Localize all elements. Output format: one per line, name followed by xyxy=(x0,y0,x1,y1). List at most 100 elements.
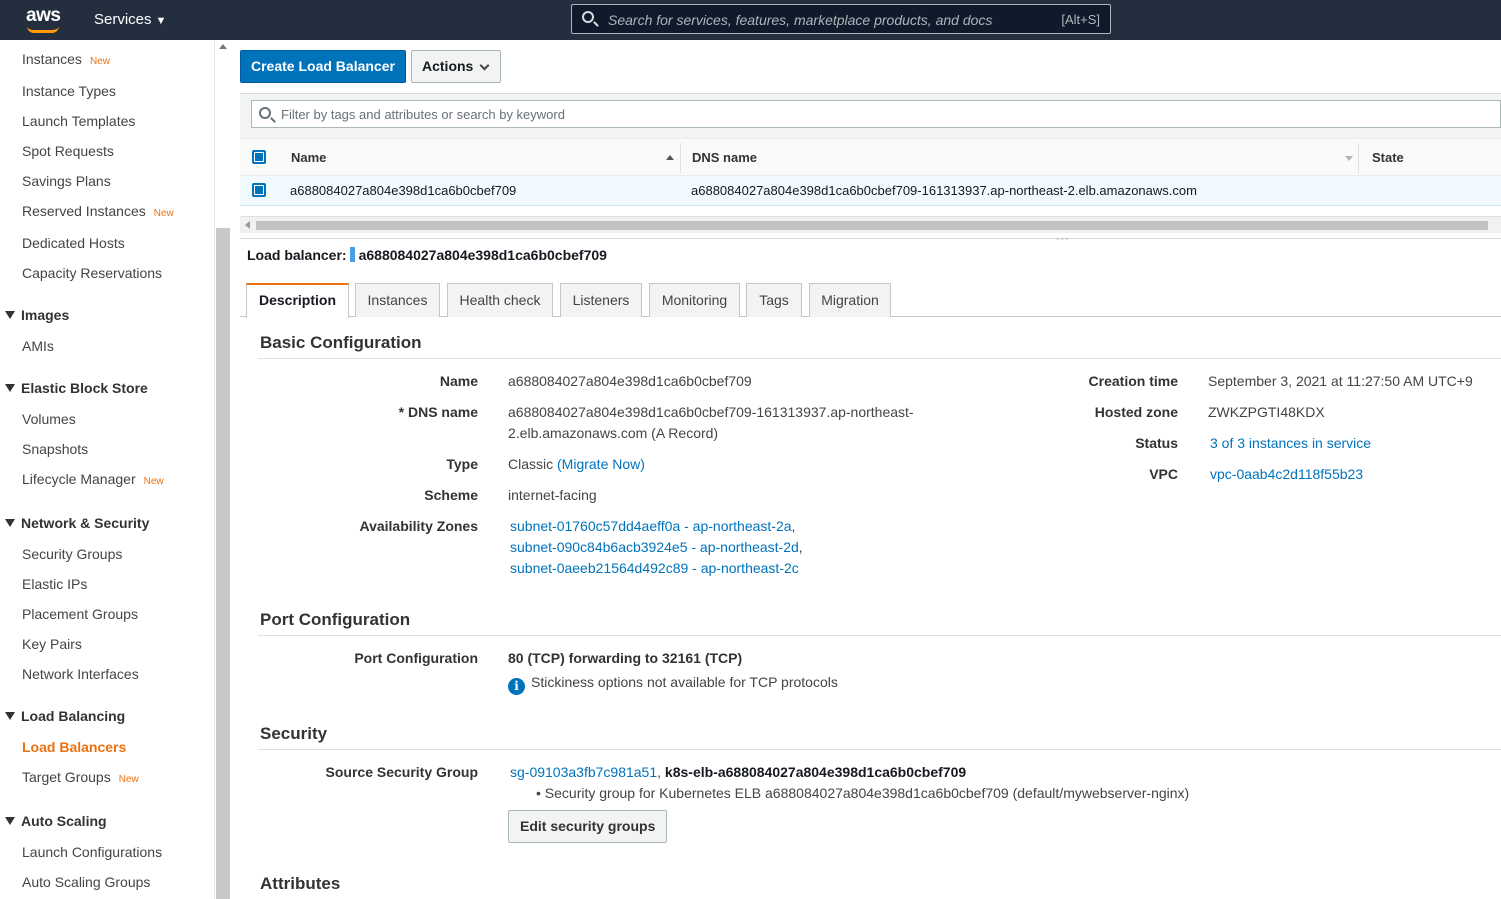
sidebar-item-label: Instances xyxy=(22,51,82,67)
subnet-link[interactable]: subnet-0aeeb21564d492c89 - ap-northeast-… xyxy=(510,560,799,576)
table-horizontal-scrollbar[interactable] xyxy=(240,216,1501,233)
sidebar-item-lifecycle-manager[interactable]: Lifecycle Manager New xyxy=(22,471,164,487)
new-badge: New xyxy=(143,476,164,487)
column-divider[interactable] xyxy=(1358,143,1359,173)
section-title-port: Port Configuration xyxy=(260,610,411,629)
sidebar-item-launch-templates[interactable]: Launch Templates xyxy=(22,113,135,129)
scroll-left-arrow-icon[interactable] xyxy=(245,221,250,229)
table-row[interactable]: a688084027a804e398d1ca6b0cbef709 a688084… xyxy=(240,176,1501,206)
sidebar-item-reserved-instances[interactable]: Reserved Instances New xyxy=(22,203,174,219)
global-search-input[interactable]: Search for services, features, marketpla… xyxy=(571,4,1111,34)
subnet-link[interactable]: subnet-090c84b6acb3924e5 - ap-northeast-… xyxy=(510,539,799,555)
search-shortcut: [Alt+S] xyxy=(1061,12,1100,27)
sidebar-section-label: Load Balancing xyxy=(21,708,126,724)
sidebar-item-instances[interactable]: Instances New xyxy=(22,51,110,67)
row-dns: a688084027a804e398d1ca6b0cbef709-1613139… xyxy=(691,183,1197,198)
filter-input[interactable]: Filter by tags and attributes or search … xyxy=(251,100,1501,128)
sidebar-item-dedicated-hosts[interactable]: Dedicated Hosts xyxy=(22,235,125,251)
migrate-now-link[interactable]: (Migrate Now) xyxy=(557,456,645,472)
az-item: subnet-090c84b6acb3924e5 - ap-northeast-… xyxy=(510,539,803,555)
section-title-basic: Basic Configuration xyxy=(260,333,422,352)
stickiness-info: i Stickiness options not available for TC… xyxy=(508,674,838,695)
column-divider[interactable] xyxy=(680,143,681,173)
az-label: Availability Zones xyxy=(359,518,478,534)
pane-splitter[interactable] xyxy=(240,238,1501,239)
sidebar-section-images[interactable]: Images xyxy=(5,307,69,323)
sidebar-item-spot-requests[interactable]: Spot Requests xyxy=(22,143,114,159)
aws-logo[interactable]: aws xyxy=(26,5,61,27)
actions-label: Actions xyxy=(422,58,474,74)
sidebar-item-auto-scaling-groups[interactable]: Auto Scaling Groups xyxy=(22,874,150,890)
status-link[interactable]: 3 of 3 instances in service xyxy=(1210,435,1371,451)
sg-id-link[interactable]: sg-09103a3fb7c981a51 xyxy=(510,764,657,780)
row-checkbox[interactable] xyxy=(252,183,266,197)
az-item: subnet-01760c57dd4aeff0a - ap-northeast-… xyxy=(510,518,795,534)
port-config-value: 80 (TCP) forwarding to 32161 (TCP) xyxy=(508,650,743,666)
edit-security-groups-button[interactable]: Edit security groups xyxy=(508,810,668,843)
new-badge: New xyxy=(153,208,174,219)
type-label: Type xyxy=(446,456,478,472)
create-load-balancer-button[interactable]: Create Load Balancer xyxy=(240,50,406,83)
sort-descending-icon[interactable] xyxy=(1345,156,1353,161)
name-value: a688084027a804e398d1ca6b0cbef709 xyxy=(508,373,752,389)
sidebar-item-capacity-reservations[interactable]: Capacity Reservations xyxy=(22,265,162,281)
name-label: Name xyxy=(439,373,478,389)
dns-label: * DNS name xyxy=(398,404,478,420)
sidebar-item-placement-groups[interactable]: Placement Groups xyxy=(22,606,138,622)
caret-down-icon: ▼ xyxy=(155,15,167,27)
tab-description[interactable]: Description xyxy=(246,283,349,318)
scroll-up-arrow-icon[interactable] xyxy=(219,44,227,49)
tab-migration[interactable]: Migration xyxy=(809,283,891,317)
row-name: a688084027a804e398d1ca6b0cbef709 xyxy=(290,183,517,198)
splitter-grip-icon[interactable]: ◦◦◦ xyxy=(1056,235,1070,245)
main-panel: Create Load Balancer Actions Filter by t… xyxy=(230,40,1501,899)
tab-tags[interactable]: Tags xyxy=(746,283,802,317)
expand-triangle-icon xyxy=(5,311,15,319)
sidebar-section-ebs[interactable]: Elastic Block Store xyxy=(5,380,148,396)
az-item: subnet-0aeeb21564d492c89 - ap-northeast-… xyxy=(510,560,799,576)
sidebar-item-amis[interactable]: AMIs xyxy=(22,338,54,354)
subnet-link[interactable]: subnet-01760c57dd4aeff0a - ap-northeast-… xyxy=(510,518,792,534)
search-icon xyxy=(582,11,594,23)
sidebar-scrollbar[interactable] xyxy=(214,40,230,899)
vpc-label: VPC xyxy=(1149,466,1178,482)
select-all-checkbox[interactable] xyxy=(252,150,266,164)
column-header-name[interactable]: Name xyxy=(291,150,326,165)
expand-triangle-icon xyxy=(5,519,15,527)
sidebar-item-security-groups[interactable]: Security Groups xyxy=(22,546,122,562)
sidebar-item-instance-types[interactable]: Instance Types xyxy=(22,83,116,99)
search-icon xyxy=(259,107,271,119)
sidebar-item-elastic-ips[interactable]: Elastic IPs xyxy=(22,576,87,592)
sidebar-item-target-groups[interactable]: Target Groups New xyxy=(22,769,139,785)
sidebar-item-snapshots[interactable]: Snapshots xyxy=(22,441,88,457)
sidebar-section-network-security[interactable]: Network & Security xyxy=(5,515,149,531)
sidebar-item-savings-plans[interactable]: Savings Plans xyxy=(22,173,111,189)
tab-instances[interactable]: Instances xyxy=(355,283,440,317)
az-separator: , xyxy=(791,518,796,534)
sidebar-item-volumes[interactable]: Volumes xyxy=(22,411,76,427)
tab-listeners[interactable]: Listeners xyxy=(560,283,642,317)
tab-monitoring[interactable]: Monitoring xyxy=(649,283,740,317)
services-menu[interactable]: Services ▼ xyxy=(94,11,166,28)
sidebar-item-key-pairs[interactable]: Key Pairs xyxy=(22,636,82,652)
top-nav: aws Services ▼ Search for services, featu… xyxy=(0,0,1501,40)
type-value: Classic (Migrate Now) xyxy=(508,456,645,472)
type-value-text: Classic xyxy=(508,456,554,472)
info-icon: i xyxy=(508,678,525,695)
sidebar-scrollbar-thumb[interactable] xyxy=(216,228,230,899)
column-header-state[interactable]: State xyxy=(1372,150,1404,165)
sidebar-section-load-balancing[interactable]: Load Balancing xyxy=(5,708,125,724)
sidebar-item-network-interfaces[interactable]: Network Interfaces xyxy=(22,666,139,682)
horizontal-scrollbar-thumb[interactable] xyxy=(256,221,1488,230)
sidebar-section-auto-scaling[interactable]: Auto Scaling xyxy=(5,813,107,829)
search-placeholder: Search for services, features, marketpla… xyxy=(608,12,993,28)
sidebar-item-launch-configurations[interactable]: Launch Configurations xyxy=(22,844,162,860)
sidebar-section-label: Auto Scaling xyxy=(21,813,107,829)
sort-ascending-icon[interactable] xyxy=(666,155,674,160)
column-header-dns[interactable]: DNS name xyxy=(692,150,757,165)
vpc-link[interactable]: vpc-0aab4c2d118f55b23 xyxy=(1210,466,1363,482)
actions-dropdown[interactable]: Actions xyxy=(411,50,501,83)
tab-health-check[interactable]: Health check xyxy=(447,283,553,317)
sidebar-item-load-balancers[interactable]: Load Balancers xyxy=(22,739,126,755)
expand-triangle-icon xyxy=(5,384,15,392)
